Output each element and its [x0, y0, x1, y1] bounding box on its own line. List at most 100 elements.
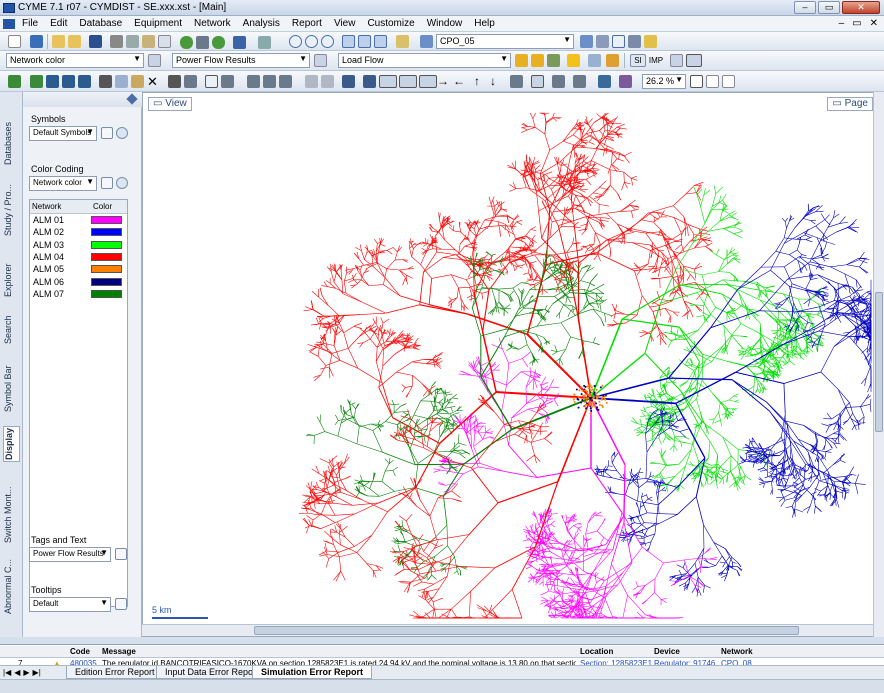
study-tools-icon[interactable] — [580, 35, 593, 48]
color-settings-icon[interactable] — [148, 54, 161, 67]
study-combo[interactable]: CPO_05 ▼ — [436, 34, 574, 49]
angle-icon[interactable] — [279, 75, 292, 88]
bus-bar-icon[interactable] — [399, 75, 417, 88]
pointer-icon[interactable] — [205, 75, 218, 88]
arrow-down-icon[interactable]: ↓ — [490, 75, 503, 88]
find-icon[interactable] — [612, 35, 625, 48]
prev-tab-icon[interactable]: ◀ — [14, 668, 20, 677]
network-row[interactable]: ALM 07 — [30, 288, 127, 300]
zoom-combo[interactable]: 26.2 % ▼ — [642, 74, 686, 89]
align-icon[interactable] — [184, 75, 197, 88]
menu-network[interactable]: Network — [194, 18, 231, 29]
zoom-out-icon[interactable] — [321, 35, 334, 48]
add-node-icon[interactable] — [30, 75, 43, 88]
print-icon[interactable] — [110, 35, 123, 48]
layout-2-icon[interactable] — [358, 35, 371, 48]
cut-icon[interactable] — [99, 75, 112, 88]
forward-arrow-icon[interactable] — [212, 36, 225, 49]
results-combo[interactable]: Power Flow Results ▼ — [172, 53, 310, 68]
bar-icon[interactable] — [305, 75, 318, 88]
mdi-close-button[interactable]: ✕ — [870, 18, 878, 29]
network-row[interactable]: ALM 05 — [30, 263, 127, 275]
network-color-swatch[interactable] — [91, 265, 122, 274]
minimize-button[interactable]: – — [794, 1, 816, 14]
vertical-scroll-thumb[interactable] — [875, 292, 883, 432]
network-row[interactable]: ALM 04 — [30, 251, 127, 263]
menu-edit[interactable]: Edit — [50, 18, 67, 29]
add-section-icon[interactable] — [8, 75, 21, 88]
tab-abnormal-conditions[interactable]: Abnormal C... — [3, 559, 20, 614]
tab-input-data-error-report[interactable]: Input Data Error Report — [156, 666, 268, 679]
network-color-swatch[interactable] — [91, 240, 122, 249]
network-trace-icon[interactable] — [573, 75, 586, 88]
back-arrow-icon[interactable] — [180, 36, 193, 49]
si-toggle[interactable]: SI — [630, 54, 646, 67]
network-color-swatch[interactable] — [91, 228, 122, 237]
restore-button[interactable]: ▭ — [818, 1, 840, 14]
network-row[interactable]: ALM 01 — [30, 214, 127, 226]
print-preview-icon[interactable] — [126, 35, 139, 48]
tree-icon[interactable] — [552, 75, 565, 88]
first-tab-icon[interactable]: |◀ — [3, 668, 11, 677]
open-study-icon[interactable] — [68, 35, 81, 48]
next-tab-icon[interactable]: ▶ — [23, 668, 29, 677]
tab-simulation-error-report[interactable]: Simulation Error Report — [252, 666, 373, 679]
edit-tooltips-icon[interactable] — [115, 598, 127, 610]
page-setup-icon[interactable] — [722, 75, 735, 88]
run-analysis-icon[interactable] — [515, 54, 528, 67]
horizontal-scroll-thumb[interactable] — [254, 626, 799, 635]
edit-color-coding-icon[interactable] — [101, 177, 113, 189]
route-icon[interactable] — [247, 75, 260, 88]
collapse-color-coding-icon[interactable] — [116, 177, 128, 189]
network-row[interactable]: ALM 06 — [30, 275, 127, 287]
percent-icon[interactable] — [196, 36, 209, 49]
list-icon[interactable] — [670, 54, 683, 67]
network-map[interactable]: ▭ View ▭ Page — [142, 92, 878, 637]
mdi-minimize-button[interactable]: – — [839, 18, 845, 29]
menu-database[interactable]: Database — [79, 18, 122, 29]
settings-icon[interactable] — [628, 35, 641, 48]
redo-icon[interactable] — [258, 36, 271, 49]
report-list-icon[interactable] — [588, 54, 601, 67]
edit-symbols-icon[interactable] — [101, 127, 113, 139]
edit-icon[interactable] — [644, 35, 657, 48]
menu-equipment[interactable]: Equipment — [134, 18, 182, 29]
zoom-in-icon[interactable] — [305, 35, 318, 48]
window-icon[interactable] — [396, 35, 409, 48]
arrow-right-icon[interactable]: → — [437, 75, 450, 88]
page-button[interactable]: ▭ Page — [827, 97, 873, 111]
document-icon[interactable] — [3, 19, 15, 29]
tab-study[interactable]: Study / Pro... — [3, 182, 20, 237]
chart-icon[interactable] — [547, 54, 560, 67]
menu-view[interactable]: View — [334, 18, 356, 29]
arrow-left-icon[interactable]: ← — [453, 75, 466, 88]
arrow-up-icon[interactable]: ↑ — [474, 75, 487, 88]
imp-toggle[interactable]: IMP — [648, 54, 664, 67]
tooltips-combo[interactable]: Default ▼ — [29, 597, 111, 612]
tab-symbol-bar[interactable]: Symbol Bar — [3, 364, 20, 414]
tags-text-combo[interactable]: Power Flow Results ▼ — [29, 547, 111, 562]
feeder-map-canvas[interactable] — [143, 93, 877, 623]
network-row[interactable]: ALM 02 — [30, 226, 127, 238]
delete-icon[interactable]: ✕ — [147, 75, 160, 88]
menu-report[interactable]: Report — [292, 18, 322, 29]
table-icon[interactable] — [686, 54, 702, 67]
page-fit-icon[interactable] — [706, 75, 719, 88]
zoom-icon[interactable] — [289, 35, 302, 48]
matrix-icon[interactable] — [342, 75, 355, 88]
close-button[interactable]: ✕ — [842, 1, 880, 14]
network-color-swatch[interactable] — [91, 253, 122, 262]
bus-grid-icon[interactable] — [419, 75, 437, 88]
report-icon[interactable] — [596, 35, 609, 48]
tab-edition-error-report[interactable]: Edition Error Report — [66, 666, 164, 679]
bus-icon[interactable] — [379, 75, 397, 88]
grid-icon[interactable] — [30, 35, 43, 48]
columns-icon[interactable] — [321, 75, 334, 88]
analysis-options-icon[interactable] — [531, 54, 544, 67]
warning-icon[interactable] — [567, 54, 580, 67]
color-coding-combo[interactable]: Network color ▼ — [29, 176, 97, 191]
copy-icon[interactable] — [115, 75, 128, 88]
menu-analysis[interactable]: Analysis — [243, 18, 280, 29]
edit-tags-icon[interactable] — [115, 548, 127, 560]
layout-3-icon[interactable] — [374, 35, 387, 48]
